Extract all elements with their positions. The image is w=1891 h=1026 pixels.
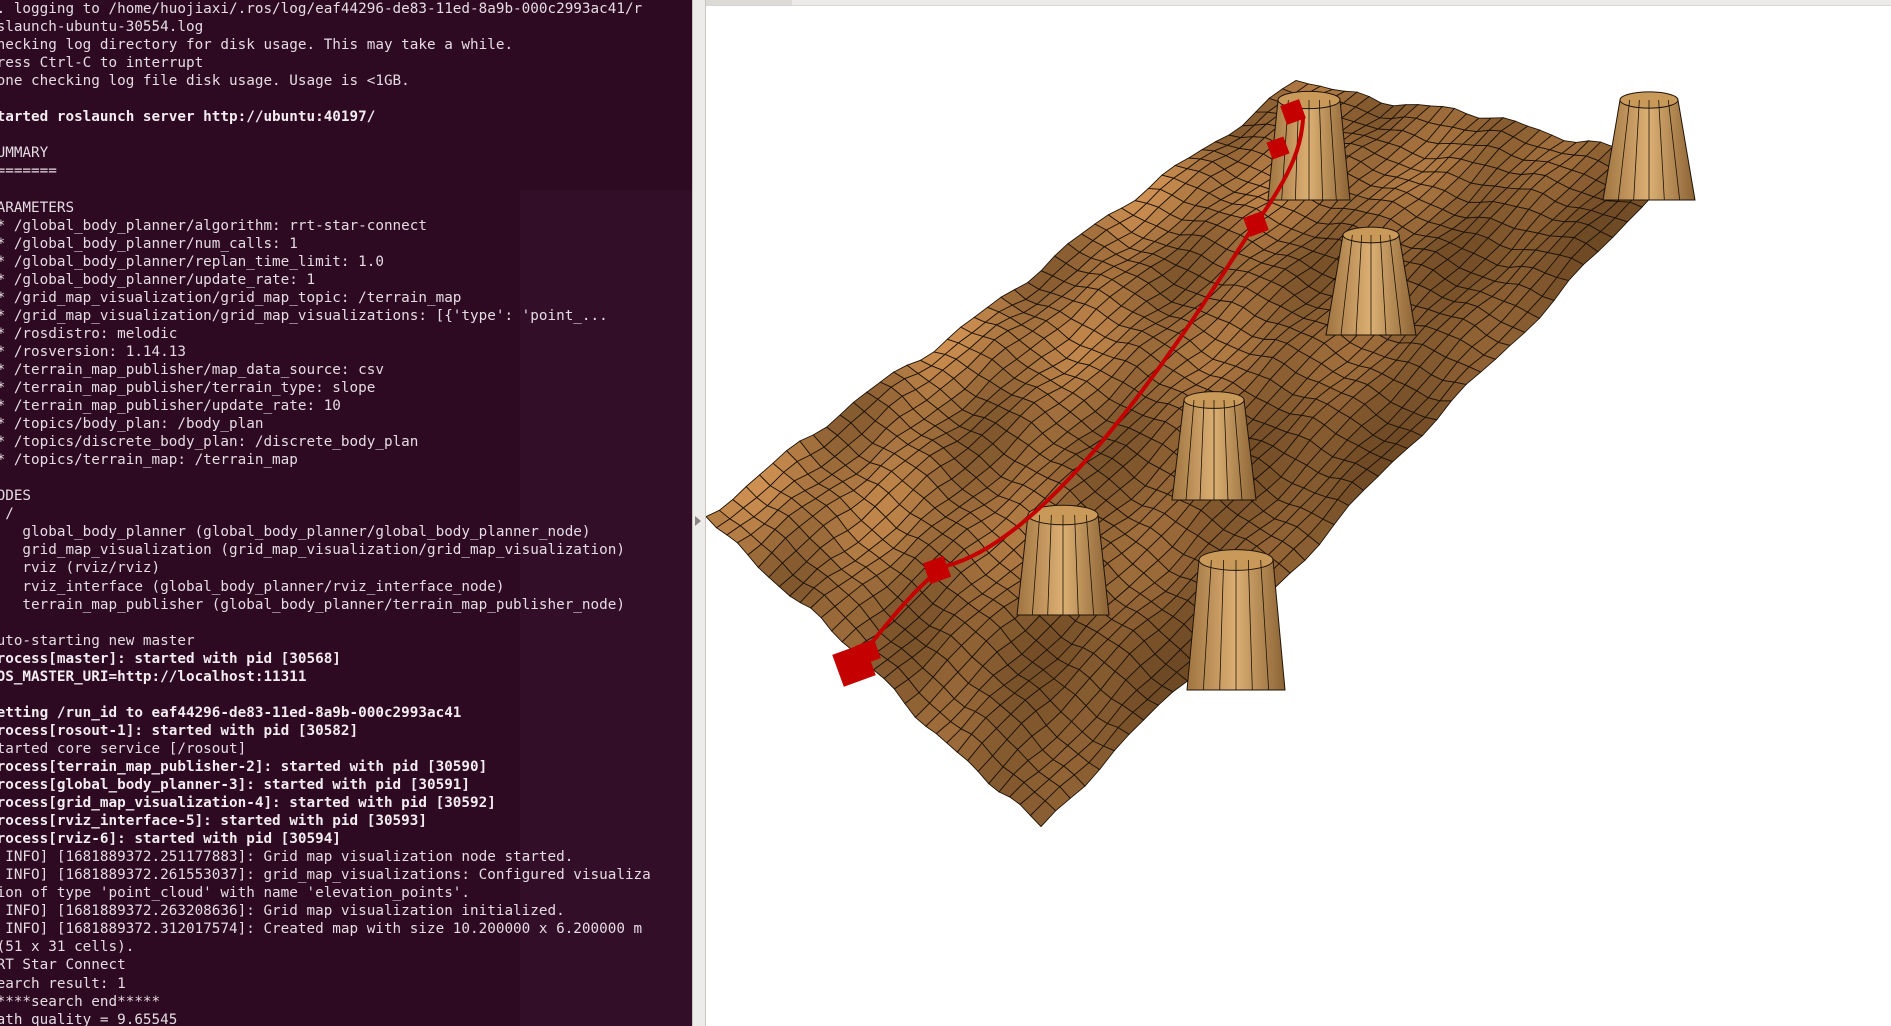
terminal-line: * /grid_map_visualization/grid_map_topic… xyxy=(0,289,462,306)
terminal-line: Done checking log file disk usage. Usage… xyxy=(0,73,410,90)
terminal-line: [ INFO] [1681889372.251177883]: Grid map… xyxy=(0,849,574,866)
obstacle-pillar xyxy=(1186,549,1286,691)
terminal-line: rviz (rviz/rviz) xyxy=(0,560,161,577)
viewer-toolbar xyxy=(706,0,1891,6)
terminal-window[interactable]: .. logging to /home/huojiaxi/.ros/log/ea… xyxy=(0,0,692,1026)
terminal-line: [ INFO] [1681889372.261553037]: grid_map… xyxy=(0,867,651,884)
terminal-line: NODES xyxy=(0,488,32,505)
terminal-line: started roslaunch server http://ubuntu:4… xyxy=(0,109,376,126)
terminal-line: process[rviz_interface-5]: started with … xyxy=(0,813,427,830)
viewer-tab[interactable] xyxy=(706,0,792,5)
terminal-line: rviz_interface (global_body_planner/rviz… xyxy=(0,578,505,595)
terminal-line: [ INFO] [1681889372.263208636]: Grid map… xyxy=(0,903,565,920)
terminal-line: process[grid_map_visualization-4]: start… xyxy=(0,795,496,812)
terminal-line: * /topics/discrete_body_plan: /discrete_… xyxy=(0,434,419,451)
terminal-line: Path quality = 9.65545 xyxy=(0,1011,178,1026)
terminal-line: .. logging to /home/huojiaxi/.ros/log/ea… xyxy=(0,1,643,17)
terminal-line: auto-starting new master xyxy=(0,632,195,649)
terminal-line: ======== xyxy=(0,163,57,180)
terminal-line: Search result: 1 xyxy=(0,975,126,992)
terminal-line: process[rosout-1]: started with pid [305… xyxy=(0,722,359,739)
terminal-line: started core service [/rosout] xyxy=(0,740,247,757)
obstacle-pillar xyxy=(1016,504,1110,616)
terminal-line: * /global_body_planner/update_rate: 1 xyxy=(0,271,316,288)
pane-divider[interactable] xyxy=(692,0,706,1026)
terminal-line: global_body_planner (global_body_planner… xyxy=(0,524,591,541)
terminal-line: PARAMETERS xyxy=(0,199,75,216)
terminal-line: * /terrain_map_publisher/update_rate: 10 xyxy=(0,398,341,415)
terminal-line: tion of type 'point_cloud' with name 'el… xyxy=(0,885,471,902)
terrain-scene[interactable] xyxy=(706,0,1891,1026)
terminal-line: * /terrain_map_publisher/terrain_type: s… xyxy=(0,379,376,396)
rviz-3d-view[interactable] xyxy=(706,0,1891,1026)
obstacle-pillar xyxy=(1171,391,1257,501)
terminal-line: [ INFO] [1681889372.312017574]: Created … xyxy=(0,921,643,938)
terminal-line: * /terrain_map_publisher/map_data_source… xyxy=(0,361,384,378)
terminal-line: SUMMARY xyxy=(0,145,49,162)
terminal-line: * /rosversion: 1.14.13 xyxy=(0,343,186,360)
terminal-output: .. logging to /home/huojiaxi/.ros/log/ea… xyxy=(0,0,692,1026)
terminal-line: * /global_body_planner/algorithm: rrt-st… xyxy=(0,217,427,234)
terminal-line: *****search end***** xyxy=(0,993,161,1010)
terminal-line: grid_map_visualization (grid_map_visuali… xyxy=(0,542,625,559)
terminal-line: * /topics/body_plan: /body_plan xyxy=(0,416,264,433)
terminal-line: * /topics/terrain_map: /terrain_map xyxy=(0,452,298,469)
terminal-line: process[master]: started with pid [30568… xyxy=(0,650,341,667)
terminal-line: Checking log directory for disk usage. T… xyxy=(0,37,514,54)
collapse-arrow-icon[interactable] xyxy=(695,516,701,526)
terminal-line: oslaunch-ubuntu-30554.log xyxy=(0,19,204,36)
terminal-line: RRT Star Connect xyxy=(0,957,126,974)
terminal-line: / xyxy=(5,506,14,523)
obstacle-pillar xyxy=(1602,91,1696,201)
terminal-line: setting /run_id to eaf44296-de83-11ed-8a… xyxy=(0,704,462,721)
terminal-line: * /grid_map_visualization/grid_map_visua… xyxy=(0,307,608,324)
terminal-line: Press Ctrl-C to interrupt xyxy=(0,55,204,72)
desktop-screen: .. logging to /home/huojiaxi/.ros/log/ea… xyxy=(0,0,1891,1026)
terminal-line: process[terrain_map_publisher-2]: starte… xyxy=(0,758,488,775)
terminal-line: terrain_map_publisher (global_body_plann… xyxy=(0,596,625,613)
terminal-line: * /global_body_planner/num_calls: 1 xyxy=(0,235,298,252)
terminal-line: process[rviz-6]: started with pid [30594… xyxy=(0,831,341,848)
terminal-line: * /rosdistro: melodic xyxy=(0,325,178,342)
terminal-line: (51 x 31 cells). xyxy=(0,939,135,956)
terminal-line: ROS_MASTER_URI=http://localhost:11311 xyxy=(0,668,307,685)
terminal-line: * /global_body_planner/replan_time_limit… xyxy=(0,253,384,270)
terminal-line: process[global_body_planner-3]: started … xyxy=(0,777,471,794)
